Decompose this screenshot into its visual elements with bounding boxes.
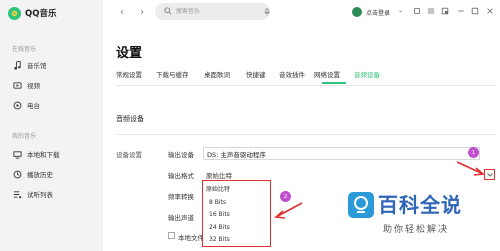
resample-label: 频率转换 — [168, 193, 194, 201]
output-format-value: 原始比特 — [206, 172, 232, 180]
sidebar-item-music-hall[interactable]: 音乐馆 — [12, 60, 47, 70]
annotation-arrow — [274, 202, 303, 219]
sidebar-item-label: 电台 — [27, 102, 40, 110]
annotation-arrow — [456, 161, 485, 176]
radio-icon — [12, 100, 22, 110]
group-label-device-settings: 设备设置 — [116, 151, 142, 159]
watermark-subtext: 助你轻松解决 — [383, 225, 450, 235]
step-marker-2: 2 — [280, 191, 291, 202]
active-tab-indicator — [322, 82, 346, 84]
watermark-logo-icon — [348, 192, 374, 218]
menu-icon[interactable] — [426, 6, 436, 16]
playlist-icon — [12, 189, 22, 199]
skin-icon[interactable] — [412, 6, 422, 16]
maximize-icon[interactable] — [470, 6, 480, 16]
tab-network[interactable]: 网络设置 — [314, 69, 340, 79]
format-option[interactable]: 32 Bits — [209, 236, 230, 243]
search-box[interactable] — [155, 3, 270, 20]
sidebar-item-label: 本地和下载 — [27, 151, 60, 159]
sidebar-section-mine: 我的音乐 — [12, 133, 37, 140]
forward-button[interactable]: › — [140, 7, 144, 18]
output-format-label: 输出格式 — [168, 172, 194, 180]
sidebar-item-label: 试听列表 — [27, 191, 53, 199]
tab-hotkeys[interactable]: 快捷键 — [246, 69, 266, 79]
close-icon[interactable] — [485, 6, 495, 16]
divider — [116, 134, 496, 135]
music-note-icon — [12, 60, 22, 70]
output-device-label: 输出设备 — [168, 151, 194, 159]
sidebar-item-radio[interactable]: 电台 — [12, 100, 40, 110]
output-device-value: DS: 主声音驱动程序 — [207, 150, 266, 159]
search-input[interactable] — [175, 8, 270, 15]
sidebar: QQ音乐 在线音乐 音乐馆 视频 电台 我的音乐 本地和下载 播放历史 试听列表 — [0, 0, 103, 251]
output-format-options: 原始比特 8 Bits 16 Bits 24 Bits 32 Bits — [202, 180, 271, 247]
chevron-down-icon — [486, 172, 493, 177]
tab-effects-plugins[interactable]: 音效插件 — [279, 69, 305, 79]
section-title: 音频设备 — [116, 115, 144, 123]
format-option[interactable]: 8 Bits — [209, 199, 226, 206]
divider — [116, 85, 496, 86]
output-device-select[interactable]: DS: 主声音驱动程序 — [203, 147, 480, 160]
sidebar-item-video[interactable]: 视频 — [12, 80, 40, 90]
local-file-checkbox[interactable] — [168, 232, 175, 239]
mini-mode-icon[interactable] — [440, 6, 450, 16]
tab-download-cache[interactable]: 下载与缓存 — [156, 69, 189, 79]
sidebar-item-local-download[interactable]: 本地和下载 — [12, 149, 60, 159]
search-icon — [164, 7, 173, 16]
back-button[interactable]: ‹ — [120, 7, 124, 18]
tab-desktop-lyrics[interactable]: 桌面歌词 — [204, 69, 230, 79]
format-option[interactable]: 24 Bits — [209, 224, 230, 231]
qq-music-logo-icon — [8, 6, 21, 20]
format-option[interactable]: 16 Bits — [209, 211, 230, 218]
format-option[interactable]: 原始比特 — [206, 184, 230, 193]
sidebar-item-trial-list[interactable]: 试听列表 — [12, 189, 53, 199]
tab-audio-device[interactable]: 音频设备 — [354, 69, 380, 79]
local-download-icon — [12, 149, 22, 159]
page-title: 设置 — [116, 46, 143, 61]
video-icon — [12, 80, 22, 90]
local-file-label: 本地文件 — [178, 234, 204, 242]
sidebar-item-label: 视频 — [27, 82, 40, 90]
voice-search-icon[interactable] — [262, 7, 272, 17]
history-icon — [12, 169, 22, 179]
sidebar-item-label: 音乐馆 — [27, 62, 47, 70]
app-logo[interactable]: QQ音乐 — [8, 6, 56, 20]
minimize-icon[interactable] — [456, 6, 466, 16]
sidebar-item-label: 播放历史 — [27, 171, 53, 179]
avatar[interactable] — [352, 7, 362, 17]
sidebar-section-online: 在线音乐 — [12, 46, 37, 53]
watermark-text: 百科全说 — [378, 193, 462, 217]
login-link[interactable]: 点击登录 — [366, 8, 390, 17]
output-channel-label: 输出声道 — [168, 214, 194, 222]
tab-general[interactable]: 常规设置 — [116, 69, 142, 79]
sidebar-item-history[interactable]: 播放历史 — [12, 169, 53, 179]
app-name: QQ音乐 — [25, 9, 57, 19]
chevron-down-icon[interactable]: ⌄ — [398, 7, 403, 14]
step-marker-1: 1 — [468, 147, 479, 158]
